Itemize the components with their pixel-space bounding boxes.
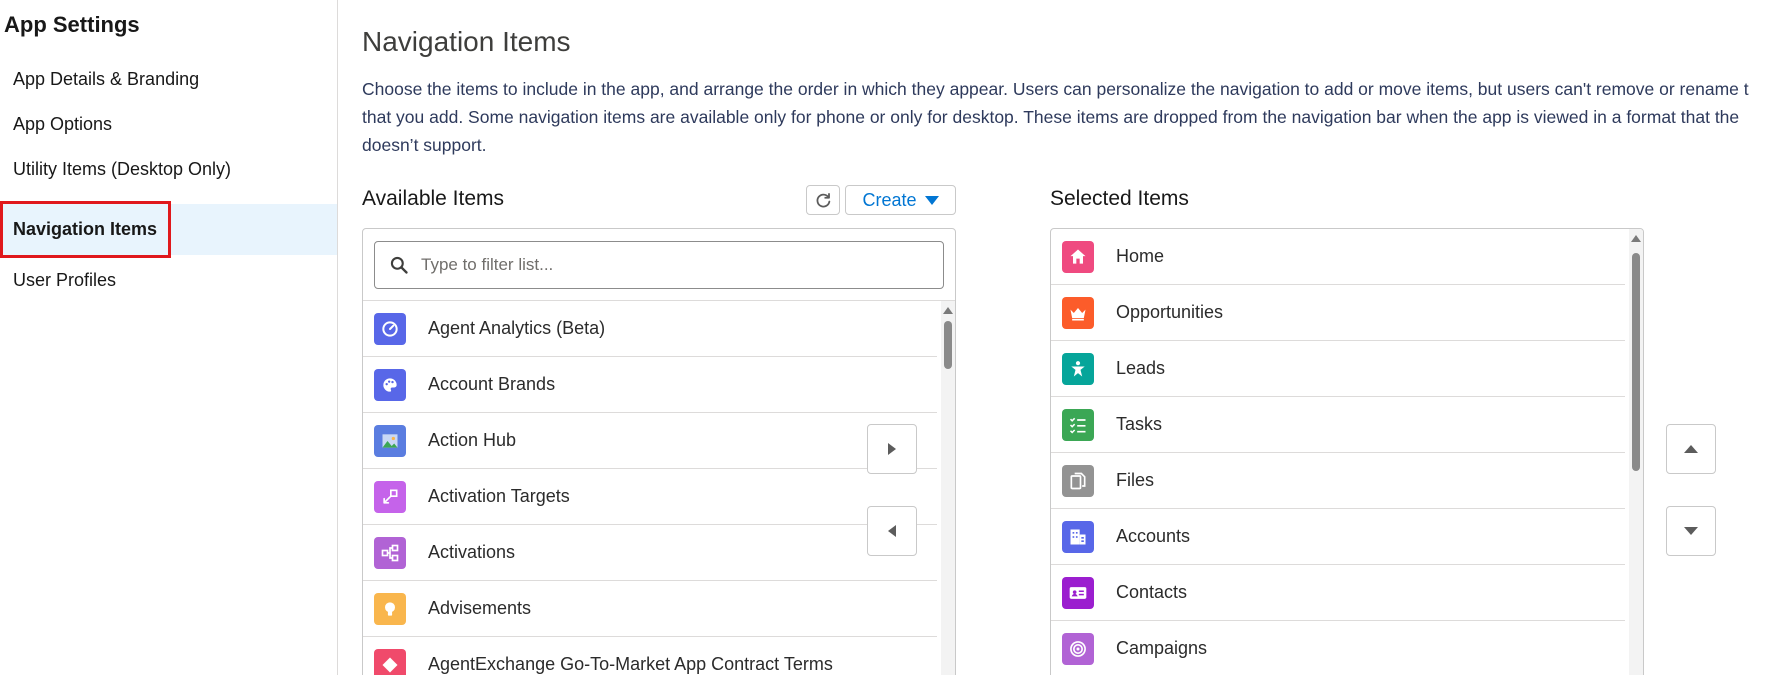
scrollbar-thumb[interactable] <box>944 321 952 369</box>
target-icon <box>1062 632 1094 665</box>
chevron-down-icon <box>924 195 939 205</box>
search-icon <box>390 256 408 274</box>
palette-icon <box>374 368 406 401</box>
list-item-label: Files <box>1116 470 1155 490</box>
lightbulb-icon <box>374 592 406 625</box>
create-button-label: Create <box>862 189 917 210</box>
page-description: Choose the items to include in the app, … <box>362 75 1769 159</box>
sidebar-item-label: User Profiles <box>13 270 117 290</box>
list-item-label: Contacts <box>1116 582 1188 602</box>
list-item-activation-targets[interactable]: Activation Targets <box>363 469 937 525</box>
main-content: Navigation Items Choose the items to inc… <box>339 0 1769 675</box>
gauge-icon <box>374 312 406 345</box>
sidebar-item-label: App Details & Branding <box>13 69 200 89</box>
list-item-contacts[interactable]: Contacts <box>1051 565 1625 621</box>
sidebar-item-app-details-branding[interactable]: App Details & Branding <box>0 54 337 105</box>
scroll-up-icon <box>1631 235 1641 242</box>
move-to-selected-button[interactable] <box>867 424 917 474</box>
page-title: Navigation Items <box>362 26 571 57</box>
list-item-label: Leads <box>1116 358 1166 378</box>
list-item-agentexchange[interactable]: AgentExchange Go-To-Market App Contract … <box>363 637 937 675</box>
person-star-icon <box>1062 352 1094 385</box>
list-item-label: Tasks <box>1116 414 1163 434</box>
highlight-annotation-box <box>0 201 171 258</box>
sidebar-title: App Settings <box>4 12 140 37</box>
list-item-label: Agent Analytics (Beta) <box>428 318 606 338</box>
list-item-label: Accounts <box>1116 526 1191 546</box>
selected-scrollbar[interactable] <box>1629 229 1643 675</box>
image-icon <box>374 424 406 457</box>
move-up-button[interactable] <box>1666 424 1716 474</box>
list-item-tasks[interactable]: Tasks <box>1051 397 1625 453</box>
move-down-button[interactable] <box>1666 506 1716 556</box>
list-item-action-hub[interactable]: Action Hub <box>363 413 937 469</box>
list-item-label: Action Hub <box>428 430 517 450</box>
selected-items-listbox[interactable]: Home Opportunities Leads Tasks Files Acc… <box>1050 228 1644 675</box>
list-item-label: Activation Targets <box>428 486 570 506</box>
sidebar-item-user-profiles[interactable]: User Profiles <box>0 255 337 306</box>
available-scrollbar[interactable] <box>941 301 955 675</box>
list-item-label: Activations <box>428 542 516 562</box>
sidebar-item-label: App Options <box>13 114 113 134</box>
list-item-label: AgentExchange Go-To-Market App Contract … <box>428 654 833 674</box>
files-icon <box>1062 464 1094 497</box>
list-item-advisements[interactable]: Advisements <box>363 581 937 637</box>
list-item-campaigns[interactable]: Campaigns <box>1051 621 1625 675</box>
arrow-right-icon <box>888 443 896 455</box>
arrow-left-icon <box>888 525 896 537</box>
list-item-leads[interactable]: Leads <box>1051 341 1625 397</box>
available-items-label: Available Items <box>362 187 505 210</box>
list-item-agent-analytics[interactable]: Agent Analytics (Beta) <box>363 301 937 357</box>
app-settings-sidebar: App Settings App Details & Branding App … <box>0 0 338 675</box>
arrow-down-icon <box>1684 527 1698 535</box>
hierarchy-icon <box>374 536 406 569</box>
home-icon <box>1062 240 1094 273</box>
sidebar-item-utility-items[interactable]: Utility Items (Desktop Only) <box>0 144 337 195</box>
filter-box <box>374 241 944 289</box>
refresh-button[interactable] <box>806 185 840 215</box>
create-dropdown-button[interactable]: Create <box>845 185 956 215</box>
list-item-opportunities[interactable]: Opportunities <box>1051 285 1625 341</box>
diamond-icon <box>374 648 406 675</box>
list-item-activations[interactable]: Activations <box>363 525 937 581</box>
filter-input[interactable] <box>421 255 921 275</box>
sidebar-item-app-options[interactable]: App Options <box>0 99 337 150</box>
list-item-home[interactable]: Home <box>1051 229 1625 285</box>
list-item-files[interactable]: Files <box>1051 453 1625 509</box>
arrow-up-icon <box>1684 445 1698 453</box>
list-item-label: Home <box>1116 246 1165 266</box>
sidebar-item-label: Utility Items (Desktop Only) <box>13 159 232 179</box>
checklist-icon <box>1062 408 1094 441</box>
crown-icon <box>1062 296 1094 329</box>
refresh-icon <box>816 193 831 208</box>
description-line: doesn’t support. <box>362 135 487 155</box>
description-line: Choose the items to include in the app, … <box>362 79 1749 99</box>
list-item-accounts[interactable]: Accounts <box>1051 509 1625 565</box>
list-item-label: Campaigns <box>1116 638 1208 658</box>
contact-card-icon <box>1062 576 1094 609</box>
list-item-account-brands[interactable]: Account Brands <box>363 357 937 413</box>
building-icon <box>1062 520 1094 553</box>
move-to-available-button[interactable] <box>867 506 917 556</box>
scrollbar-thumb[interactable] <box>1632 253 1640 471</box>
expand-icon <box>374 480 406 513</box>
list-item-label: Account Brands <box>428 374 556 394</box>
scroll-up-icon <box>943 307 953 314</box>
selected-items-label: Selected Items <box>1050 187 1189 210</box>
list-item-label: Advisements <box>428 598 532 618</box>
description-line: that you add. Some navigation items are … <box>362 107 1740 127</box>
list-item-label: Opportunities <box>1116 302 1224 322</box>
